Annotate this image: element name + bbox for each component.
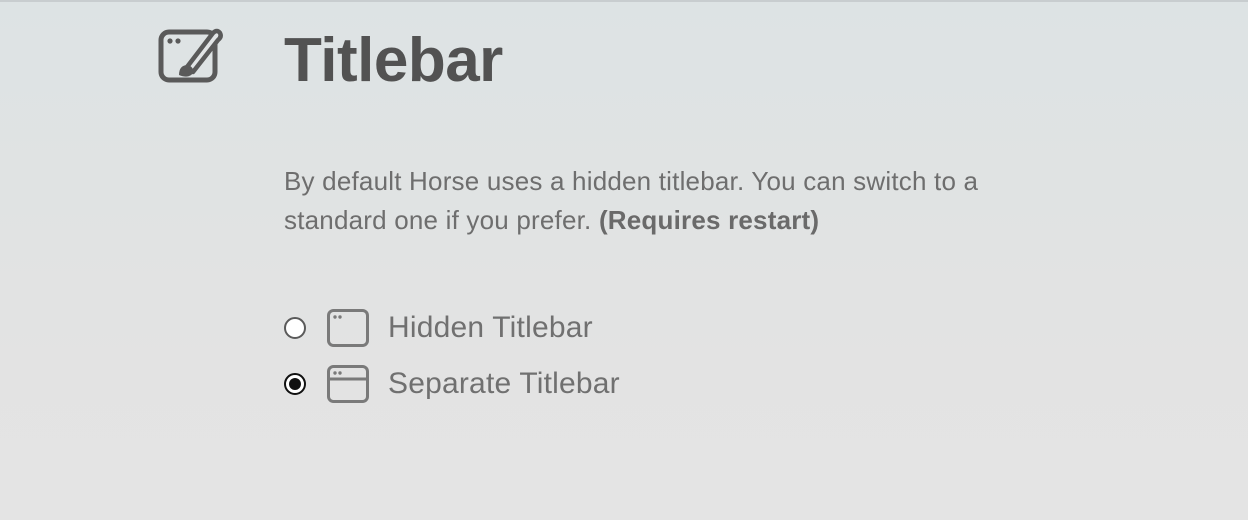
option-separate-titlebar[interactable]: Separate Titlebar: [284, 362, 620, 406]
restart-note: (Requires restart): [598, 205, 820, 235]
option-hidden-titlebar[interactable]: Hidden Titlebar: [284, 306, 620, 350]
separate-titlebar-radio[interactable]: [284, 373, 306, 395]
hidden-titlebar-radio[interactable]: [284, 317, 306, 339]
window-brush-icon: [158, 28, 223, 83]
separate-titlebar-label: Separate Titlebar: [388, 367, 620, 400]
section-description: By default Horse uses a hidden titlebar.…: [284, 162, 1084, 240]
hidden-titlebar-label: Hidden Titlebar: [388, 311, 593, 344]
titlebar-options: Hidden Titlebar Separate Titlebar: [284, 306, 620, 418]
top-divider: [0, 0, 1248, 2]
page-title: Titlebar: [284, 26, 503, 95]
window-hidden-titlebar-icon: [327, 309, 369, 347]
window-separate-titlebar-icon: [327, 365, 369, 403]
